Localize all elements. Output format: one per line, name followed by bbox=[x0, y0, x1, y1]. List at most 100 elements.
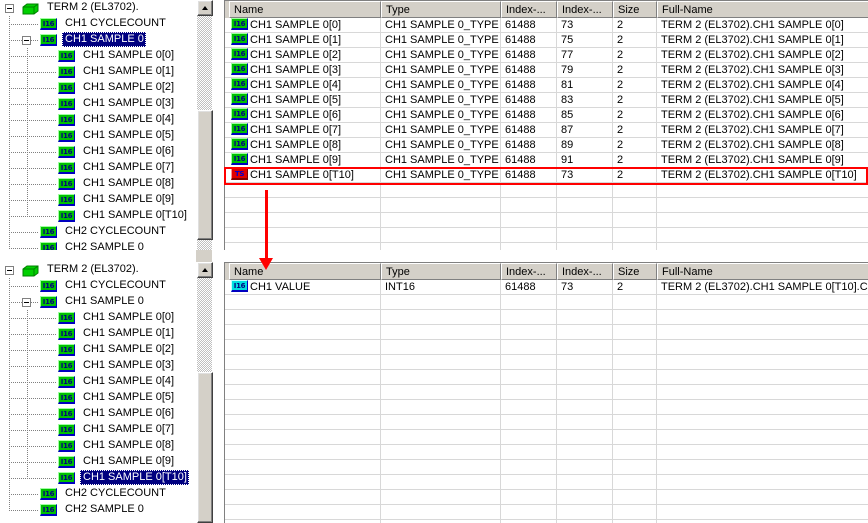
tree-item-label[interactable]: CH1 SAMPLE 0[6] bbox=[80, 144, 176, 159]
tree-top-scrollbar[interactable] bbox=[196, 0, 213, 250]
tree-item-label[interactable]: CH1 SAMPLE 0[8] bbox=[80, 176, 176, 191]
tree-item-label[interactable]: CH2 CYCLECOUNT bbox=[62, 224, 168, 239]
tree-item-label[interactable]: CH2 SAMPLE 0 bbox=[62, 502, 146, 517]
column-header-name[interactable]: Name bbox=[229, 1, 381, 18]
tree-item[interactable]: I16 CH2 SAMPLE 0 bbox=[0, 502, 196, 518]
tree-item[interactable]: I16 CH1 SAMPLE 0[4] bbox=[0, 112, 196, 128]
column-header-index-offset[interactable]: Index-... bbox=[557, 263, 613, 280]
tree-bottom-scrollbar[interactable] bbox=[196, 262, 213, 523]
tree-item[interactable]: I16 CH1 SAMPLE 0[T10] bbox=[0, 470, 196, 486]
column-header-type[interactable]: Type bbox=[381, 263, 501, 280]
tree-item[interactable]: I16 CH2 CYCLECOUNT bbox=[0, 224, 196, 240]
tree-item-label[interactable]: CH1 SAMPLE 0[6] bbox=[80, 406, 176, 421]
tree-item[interactable]: I16 CH1 SAMPLE 0[1] bbox=[0, 64, 196, 80]
tree-item[interactable]: I16 CH1 SAMPLE 0[1] bbox=[0, 326, 196, 342]
variable-list-top[interactable]: Name Type Index-... Index-... Size Full-Name … bbox=[224, 0, 868, 250]
variable-list-bottom[interactable]: Name Type Index-... Index-... Size Full-Name … bbox=[224, 262, 868, 523]
tree-bottom-scroll-thumb[interactable] bbox=[197, 372, 213, 523]
tree-item-label[interactable]: CH1 SAMPLE 0[1] bbox=[80, 326, 176, 341]
column-header-size[interactable]: Size bbox=[613, 263, 657, 280]
table-row[interactable]: I16 CH1 SAMPLE 0[3] CH1 SAMPLE 0_TYPE 61488… bbox=[225, 63, 868, 78]
tree-item-label[interactable]: CH1 SAMPLE 0[7] bbox=[80, 160, 176, 175]
tree-item[interactable]: TERM 2 (EL3702). bbox=[0, 262, 196, 278]
tree-item[interactable]: I16 CH1 CYCLECOUNT bbox=[0, 16, 196, 32]
tree-item-label[interactable]: CH1 SAMPLE 0[2] bbox=[80, 80, 176, 95]
table-row[interactable]: I16 CH1 SAMPLE 0[9] CH1 SAMPLE 0_TYPE 61488… bbox=[225, 153, 868, 168]
tree-bottom-scroll-up-button[interactable] bbox=[197, 262, 213, 278]
column-header-name[interactable]: Name bbox=[229, 263, 381, 280]
tree-expander-collapse[interactable] bbox=[5, 266, 14, 275]
tree-item-label[interactable]: CH2 SAMPLE 0 bbox=[62, 240, 146, 250]
tree-item[interactable]: I16 CH1 SAMPLE 0[5] bbox=[0, 128, 196, 144]
tree-item[interactable]: I16 CH1 SAMPLE 0[6] bbox=[0, 406, 196, 422]
tree-item[interactable]: I16 CH1 SAMPLE 0[6] bbox=[0, 144, 196, 160]
tree-item-label[interactable]: CH1 SAMPLE 0[0] bbox=[80, 310, 176, 325]
tree-item-label[interactable]: CH1 SAMPLE 0[4] bbox=[80, 374, 176, 389]
column-header-fullname[interactable]: Full-Name bbox=[657, 263, 868, 280]
tree-item[interactable]: I16 CH1 SAMPLE 0[0] bbox=[0, 310, 196, 326]
tree-item-label[interactable]: TERM 2 (EL3702). bbox=[44, 0, 141, 15]
tree-item[interactable]: I16 CH1 SAMPLE 0[8] bbox=[0, 438, 196, 454]
table-row[interactable]: I16 CH1 SAMPLE 0[8] CH1 SAMPLE 0_TYPE 61488… bbox=[225, 138, 868, 153]
tree-expander-collapse[interactable] bbox=[5, 4, 14, 13]
variable-tree-bottom[interactable]: TERM 2 (EL3702). I16 CH1 CYCLECOUNT I16 CH1 … bbox=[0, 262, 196, 523]
tree-item-label[interactable]: CH1 SAMPLE 0[9] bbox=[80, 192, 176, 207]
table-row[interactable]: I16 CH1 SAMPLE 0[7] CH1 SAMPLE 0_TYPE 61488… bbox=[225, 123, 868, 138]
tree-item-label[interactable]: CH1 SAMPLE 0 bbox=[62, 32, 146, 47]
tree-item-label[interactable]: CH1 SAMPLE 0[T10] bbox=[80, 470, 189, 485]
tree-item[interactable]: I16 CH1 SAMPLE 0 bbox=[0, 32, 196, 48]
tree-item[interactable]: I16 CH2 CYCLECOUNT bbox=[0, 486, 196, 502]
tree-item-label[interactable]: CH2 CYCLECOUNT bbox=[62, 486, 168, 501]
tree-item-label[interactable]: CH1 SAMPLE 0[0] bbox=[80, 48, 176, 63]
tree-item-label[interactable]: CH1 SAMPLE 0[2] bbox=[80, 342, 176, 357]
tree-item[interactable]: I16 CH1 SAMPLE 0[9] bbox=[0, 192, 196, 208]
tree-item-label[interactable]: CH1 SAMPLE 0 bbox=[62, 294, 146, 309]
tree-item-label[interactable]: CH1 SAMPLE 0[8] bbox=[80, 438, 176, 453]
tree-item[interactable]: I16 CH1 SAMPLE 0[8] bbox=[0, 176, 196, 192]
tree-item[interactable]: TERM 2 (EL3702). bbox=[0, 0, 196, 16]
table-row[interactable]: I16 CH1 SAMPLE 0[4] CH1 SAMPLE 0_TYPE 61488… bbox=[225, 78, 868, 93]
variable-tree-top[interactable]: TERM 2 (EL3702). I16 CH1 CYCLECOUNT I16 CH1 … bbox=[0, 0, 196, 250]
table-row[interactable]: I16 CH1 SAMPLE 0[2] CH1 SAMPLE 0_TYPE 61488… bbox=[225, 48, 868, 63]
tree-item-label[interactable]: CH1 SAMPLE 0[5] bbox=[80, 390, 176, 405]
tree-item-label[interactable]: CH1 CYCLECOUNT bbox=[62, 278, 168, 293]
tree-item[interactable]: I16 CH1 SAMPLE 0[5] bbox=[0, 390, 196, 406]
column-header-type[interactable]: Type bbox=[381, 1, 501, 18]
tree-item-label[interactable]: CH1 SAMPLE 0[7] bbox=[80, 422, 176, 437]
tree-item-label[interactable]: CH1 SAMPLE 0[9] bbox=[80, 454, 176, 469]
table-row[interactable]: I16 CH1 SAMPLE 0[6] CH1 SAMPLE 0_TYPE 61488… bbox=[225, 108, 868, 123]
table-row[interactable]: TS CH1 SAMPLE 0[T10] CH1 SAMPLE 0_TYPE 6148… bbox=[225, 168, 868, 183]
tree-item[interactable]: I16 CH1 SAMPLE 0[4] bbox=[0, 374, 196, 390]
column-header-index-offset[interactable]: Index-... bbox=[557, 1, 613, 18]
tree-top-scroll-thumb[interactable] bbox=[197, 110, 213, 240]
tree-item[interactable]: I16 CH1 SAMPLE 0[T10] bbox=[0, 208, 196, 224]
tree-item[interactable]: I16 CH1 SAMPLE 0[2] bbox=[0, 342, 196, 358]
tree-item-label[interactable]: CH1 SAMPLE 0[T10] bbox=[80, 208, 189, 223]
tree-item-label[interactable]: CH1 CYCLECOUNT bbox=[62, 16, 168, 31]
tree-item[interactable]: I16 CH1 CYCLECOUNT bbox=[0, 278, 196, 294]
column-header-index-group[interactable]: Index-... bbox=[501, 263, 557, 280]
table-row[interactable]: I16 CH1 SAMPLE 0[0] CH1 SAMPLE 0_TYPE 61488… bbox=[225, 18, 868, 33]
tree-item[interactable]: I16 CH1 SAMPLE 0[3] bbox=[0, 96, 196, 112]
tree-item[interactable]: I16 CH1 SAMPLE 0[3] bbox=[0, 358, 196, 374]
column-header-index-group[interactable]: Index-... bbox=[501, 1, 557, 18]
column-header-fullname[interactable]: Full-Name bbox=[657, 1, 868, 18]
tree-item-label[interactable]: CH1 SAMPLE 0[3] bbox=[80, 358, 176, 373]
tree-item[interactable]: I16 CH1 SAMPLE 0[7] bbox=[0, 160, 196, 176]
tree-item-label[interactable]: CH1 SAMPLE 0[1] bbox=[80, 64, 176, 79]
tree-item[interactable]: I16 CH1 SAMPLE 0 bbox=[0, 294, 196, 310]
tree-item-label[interactable]: CH1 SAMPLE 0[5] bbox=[80, 128, 176, 143]
tree-item-label[interactable]: CH1 SAMPLE 0[3] bbox=[80, 96, 176, 111]
tree-item[interactable]: I16 CH1 SAMPLE 0[9] bbox=[0, 454, 196, 470]
tree-item[interactable]: I16 CH2 SAMPLE 0 bbox=[0, 240, 196, 250]
tree-item[interactable]: I16 CH1 SAMPLE 0[0] bbox=[0, 48, 196, 64]
tree-top-scroll-up-button[interactable] bbox=[197, 0, 213, 16]
column-header-size[interactable]: Size bbox=[613, 1, 657, 18]
tree-item-label[interactable]: TERM 2 (EL3702). bbox=[44, 262, 141, 277]
tree-item-label[interactable]: CH1 SAMPLE 0[4] bbox=[80, 112, 176, 127]
tree-expander-collapse[interactable] bbox=[22, 298, 31, 307]
tree-expander-collapse[interactable] bbox=[22, 36, 31, 45]
table-row[interactable]: I16 CH1 SAMPLE 0[1] CH1 SAMPLE 0_TYPE 61488… bbox=[225, 33, 868, 48]
tree-item[interactable]: I16 CH1 SAMPLE 0[7] bbox=[0, 422, 196, 438]
tree-item[interactable]: I16 CH1 SAMPLE 0[2] bbox=[0, 80, 196, 96]
